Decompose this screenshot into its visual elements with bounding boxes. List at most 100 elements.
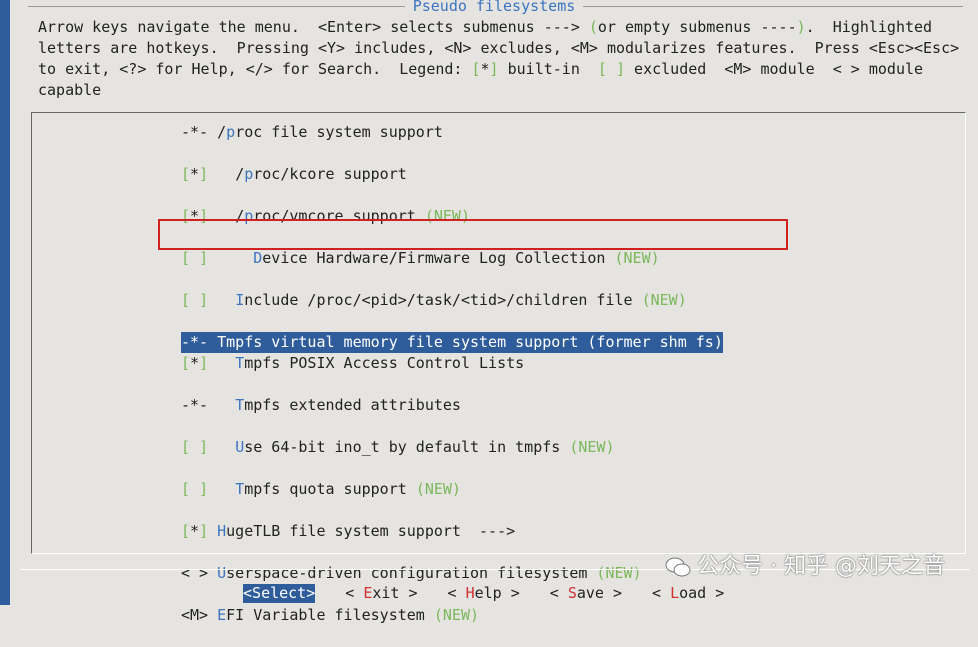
checkbox-state: * bbox=[190, 207, 200, 225]
menu-item-state: -*- bbox=[181, 333, 218, 351]
help-line: Arrow keys navigate the menu. <Enter> se… bbox=[38, 17, 968, 38]
menu-item[interactable]: < > Userspace-driven configuration files… bbox=[181, 563, 723, 584]
checkbox-state bbox=[190, 438, 199, 456]
checkbox-bracket: ] bbox=[199, 438, 209, 456]
help-line: capable bbox=[38, 80, 968, 101]
help-fragment: letters are hotkeys. Pressing <Y> includ… bbox=[38, 39, 960, 57]
menu-item-hotkey: T bbox=[235, 396, 245, 414]
button-help[interactable]: < Help > bbox=[448, 584, 520, 603]
menu-item[interactable]: [ ] Device Hardware/Firmware Log Collect… bbox=[181, 248, 723, 269]
button-bracket: > bbox=[399, 584, 418, 602]
checkbox-state bbox=[190, 480, 199, 498]
watermark-text: 公众号 · 知乎 @刘天之音 bbox=[697, 554, 945, 579]
menu-item-text: / bbox=[217, 123, 227, 141]
help-fragment: ) bbox=[796, 18, 806, 36]
checkbox-state: * bbox=[190, 165, 200, 183]
menu-item-state: < > bbox=[181, 564, 218, 582]
menu-item-state: -*- bbox=[181, 123, 218, 141]
menu-item-spacer bbox=[208, 522, 217, 540]
menu-item[interactable]: -*- Tmpfs virtual memory file system sup… bbox=[181, 332, 723, 353]
button-bracket: > bbox=[706, 584, 725, 602]
menu-item-hotkey: T bbox=[217, 333, 227, 351]
button-bracket: > bbox=[501, 584, 520, 602]
checkbox-state: * bbox=[190, 522, 200, 540]
menu-item[interactable]: <M> EFI Variable filesystem (NEW) bbox=[181, 605, 723, 626]
button-bar: <Select> < Exit > < Help > < Save > < Load > bbox=[243, 584, 754, 603]
new-tag: (NEW) bbox=[641, 291, 687, 309]
checkbox-bracket: ] bbox=[199, 165, 209, 183]
checkbox-bracket: [ bbox=[181, 291, 191, 309]
checkbox-bracket: ] bbox=[199, 522, 209, 540]
menu-item-hotkey: T bbox=[235, 480, 245, 498]
button-label: elp bbox=[474, 584, 502, 602]
button-label: elect bbox=[261, 584, 307, 602]
help-fragment: excluded <M> module < > module bbox=[625, 60, 924, 78]
menu-item[interactable]: -*- Tmpfs extended attributes bbox=[181, 395, 723, 416]
menu-item-indent bbox=[217, 480, 235, 498]
button-hotkey: H bbox=[465, 584, 475, 602]
menu-title-text: Pseudo filesystems bbox=[404, 0, 584, 15]
checkbox-state bbox=[190, 291, 199, 309]
button-hotkey: S bbox=[252, 584, 262, 602]
menu-item-hotkey: p bbox=[244, 165, 254, 183]
menu-item-text: mpfs POSIX Access Control Lists bbox=[244, 354, 525, 372]
menu-item-hotkey: U bbox=[235, 438, 245, 456]
menu-item-text: mpfs quota support bbox=[244, 480, 416, 498]
menu-item[interactable]: [*] /proc/vmcore support (NEW) bbox=[181, 206, 723, 227]
button-bracket: > bbox=[603, 584, 622, 602]
button-exit[interactable]: < Exit > bbox=[345, 584, 417, 603]
help-fragment: ] bbox=[489, 60, 499, 78]
button-load[interactable]: < Load > bbox=[652, 584, 724, 603]
help-fragment: [ ] bbox=[597, 60, 626, 78]
menu-item-text: serspace-driven configuration filesystem bbox=[226, 564, 597, 582]
menu-item-text: mpfs extended attributes bbox=[244, 396, 461, 414]
checkbox-bracket: [ bbox=[181, 438, 191, 456]
menu-item-indent bbox=[217, 354, 235, 372]
button-select[interactable]: <Select> bbox=[243, 584, 316, 603]
button-save[interactable]: < Save > bbox=[550, 584, 622, 603]
menu-item-hotkey: p bbox=[226, 123, 236, 141]
menu-item-text: se 64-bit ino_t by default in tmpfs bbox=[244, 438, 570, 456]
button-hotkey: E bbox=[363, 584, 373, 602]
menu-item[interactable]: [*] HugeTLB file system support ---> bbox=[181, 521, 723, 542]
menu-item-state: <M> bbox=[181, 606, 218, 624]
menu-item-text: FI Variable filesystem bbox=[226, 606, 434, 624]
checkbox-bracket: [ bbox=[181, 249, 191, 267]
menuconfig-window: Pseudo filesystems Arrow keys navigate t… bbox=[10, 0, 978, 624]
help-text: Arrow keys navigate the menu. <Enter> se… bbox=[38, 17, 968, 101]
menu-item-text: evice Hardware/Firmware Log Collection bbox=[262, 249, 615, 267]
new-tag: (NEW) bbox=[433, 606, 480, 624]
checkbox-bracket: [ bbox=[181, 165, 191, 183]
help-fragment: . Highlighted bbox=[805, 18, 933, 36]
menu-item-spacer bbox=[208, 165, 217, 183]
checkbox-bracket: ] bbox=[199, 207, 209, 225]
help-fragment: built-in bbox=[498, 60, 598, 78]
help-fragment: [ bbox=[471, 60, 481, 78]
help-fragment: to exit, <?> for Help, </> for Search. L… bbox=[38, 60, 472, 78]
menu-item-indent bbox=[217, 165, 235, 183]
menu-item[interactable]: [ ] Include /proc/<pid>/task/<tid>/child… bbox=[181, 290, 723, 311]
button-bracket: < bbox=[652, 584, 671, 602]
menu-item-text: roc/vmcore support bbox=[253, 207, 425, 225]
help-fragment: * bbox=[480, 60, 490, 78]
checkbox-bracket: ] bbox=[199, 480, 209, 498]
menu-item[interactable]: -*- /proc file system support bbox=[181, 122, 723, 143]
checkbox-bracket: [ bbox=[181, 354, 191, 372]
menu-item-text: / bbox=[235, 207, 245, 225]
menu-item-hotkey: E bbox=[217, 606, 227, 624]
menu-item-hotkey: U bbox=[217, 564, 227, 582]
menu-item-indent bbox=[217, 438, 235, 456]
menu-item-hotkey: D bbox=[253, 249, 263, 267]
menu-item-state: -*- bbox=[181, 396, 218, 414]
button-bracket: > bbox=[306, 584, 316, 602]
menu-item-text: nclude /proc/<pid>/task/<tid>/children f… bbox=[244, 291, 642, 309]
menu-item-text: roc file system support bbox=[235, 123, 443, 141]
menu-item[interactable]: [ ] Tmpfs quota support (NEW) bbox=[181, 479, 723, 500]
button-label: ave bbox=[576, 584, 604, 602]
menu-item[interactable]: [ ] Use 64-bit ino_t by default in tmpfs… bbox=[181, 437, 723, 458]
menu-item[interactable]: [*] Tmpfs POSIX Access Control Lists bbox=[181, 353, 723, 374]
menu-item-text: mpfs virtual memory file system support … bbox=[226, 333, 723, 351]
menu-item[interactable]: [*] /proc/kcore support bbox=[181, 164, 723, 185]
menu-item-text: roc/kcore support bbox=[253, 165, 407, 183]
wechat-icon bbox=[665, 556, 691, 578]
